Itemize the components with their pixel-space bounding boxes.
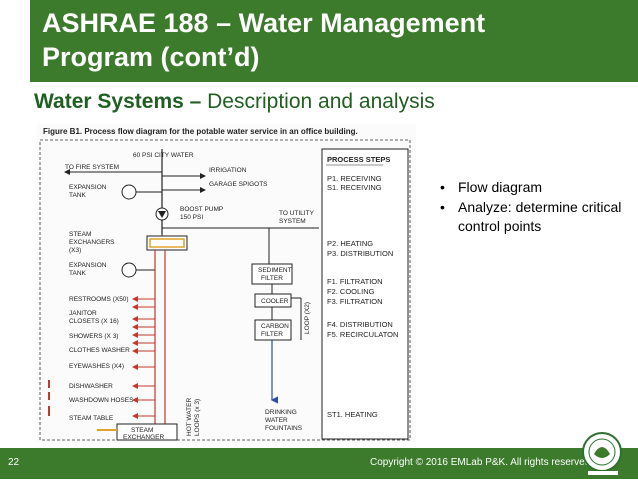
bullet-list: • Flow diagram • Analyze: determine crit… xyxy=(440,178,630,237)
step-f4: F4. DISTRIBUTION xyxy=(327,320,393,329)
label-hot-water-a: HOT WATER xyxy=(186,398,193,436)
label-utility-a: TO UTILITY xyxy=(279,210,315,217)
label-eyewash: EYEWASHES (X4) xyxy=(69,363,124,370)
subtitle-rest: Description and analysis xyxy=(207,90,435,113)
label-drinking-c: FOUNTAINS xyxy=(265,425,303,432)
expansion-tank-2 xyxy=(121,262,137,278)
label-loop: LOOP (X2) xyxy=(304,302,311,334)
copyright-text: Copyright © 2016 EMLab P&K. All rights r… xyxy=(370,457,594,468)
expansion-tank-1 xyxy=(121,184,137,200)
label-boost-b: 150 PSI xyxy=(180,214,203,221)
title-line-2: Program (cont’d) xyxy=(42,42,260,72)
label-expansion2-b: TANK xyxy=(69,270,87,277)
step-f2: F2. COOLING xyxy=(327,287,375,296)
slide-title: ASHRAE 188 – Water Management Program (c… xyxy=(42,6,602,74)
label-steam-a: STEAM xyxy=(69,231,91,238)
label-drinking-b: WATER xyxy=(265,417,288,424)
steps-header: PROCESS STEPS xyxy=(327,155,390,164)
bullet-text: Flow diagram xyxy=(458,179,543,195)
label-fire: TO FIRE SYSTEM xyxy=(65,164,119,171)
bullet-dot-icon: • xyxy=(440,199,445,215)
step-p3: P3. DISTRIBUTION xyxy=(327,249,393,258)
label-carbon-b: FILTER xyxy=(261,331,283,338)
title-line-1: ASHRAE 188 – Water Management xyxy=(42,8,486,38)
label-expansion1-b: TANK xyxy=(69,192,87,199)
label-carbon-a: CARBON xyxy=(261,323,289,330)
label-clothes: CLOTHES WASHER xyxy=(69,347,130,354)
label-city-water: 60 PSI CITY WATER xyxy=(133,152,194,159)
bullet-text: Analyze: determine critical control poin… xyxy=(458,199,622,234)
label-irrigation: IRRIGATION xyxy=(209,167,247,174)
label-boost-a: BOOST PUMP xyxy=(180,206,223,213)
steam-exchanger xyxy=(146,235,188,251)
label-hot-water-b: LOOPS (x 3) xyxy=(194,399,201,436)
emlab-logo xyxy=(576,430,628,478)
subtitle-bold: Water Systems – xyxy=(34,90,208,113)
step-s1: S1. RECEIVING xyxy=(327,183,382,192)
label-steam-table: STEAM TABLE xyxy=(69,415,114,422)
label-garage: GARAGE SPIGOTS xyxy=(209,181,268,188)
label-restrooms: RESTROOMS (X50) xyxy=(69,296,129,303)
label-janitor-b: CLOSETS (X 16) xyxy=(69,318,119,325)
label-steam-b: EXCHANGERS xyxy=(69,239,115,246)
label-utility-b: SYSTEM xyxy=(279,218,306,225)
step-st1: ST1. HEATING xyxy=(327,410,378,419)
label-steam-c: (X3) xyxy=(69,247,81,254)
label-washdown: WASHDOWN HOSES xyxy=(69,397,134,404)
label-sediment-b: FILTER xyxy=(261,275,283,282)
step-f3: F3. FILTRATION xyxy=(327,297,383,306)
step-p2: P2. HEATING xyxy=(327,239,373,248)
flow-diagram: Figure B1. Process flow diagram for the … xyxy=(39,127,411,441)
seal-icon xyxy=(582,432,622,475)
step-f1: F1. FILTRATION xyxy=(327,277,383,286)
bullet-dot-icon: • xyxy=(440,179,445,195)
slide-subtitle: Water Systems – Description and analysis xyxy=(34,90,634,114)
label-dishwasher: DISHWASHER xyxy=(69,383,113,390)
label-steam-ex2-b: EXCHANGER xyxy=(123,434,164,441)
label-drinking-a: DRINKING xyxy=(265,409,297,416)
figure-caption: Figure B1. Process flow diagram for the … xyxy=(43,127,358,136)
bullet-item: • Flow diagram xyxy=(440,178,630,197)
label-showers: SHOWERS (X 3) xyxy=(69,333,118,340)
step-p1: P1. RECEIVING xyxy=(327,174,382,183)
label-expansion2-a: EXPANSION xyxy=(69,262,107,269)
page-number: 22 xyxy=(8,457,20,468)
label-sediment-a: SEDIMENT xyxy=(258,267,292,274)
process-flow-figure: Figure B1. Process flow diagram for the … xyxy=(37,124,416,442)
label-expansion1-a: EXPANSION xyxy=(69,184,107,191)
bullet-item: • Analyze: determine critical control po… xyxy=(440,198,630,236)
label-cooler: COOLER xyxy=(261,298,289,305)
step-f5: F5. RECIRCULATON xyxy=(327,330,398,339)
label-steam-ex2-a: STEAM xyxy=(131,427,153,434)
label-janitor-a: JANITOR xyxy=(69,310,97,317)
